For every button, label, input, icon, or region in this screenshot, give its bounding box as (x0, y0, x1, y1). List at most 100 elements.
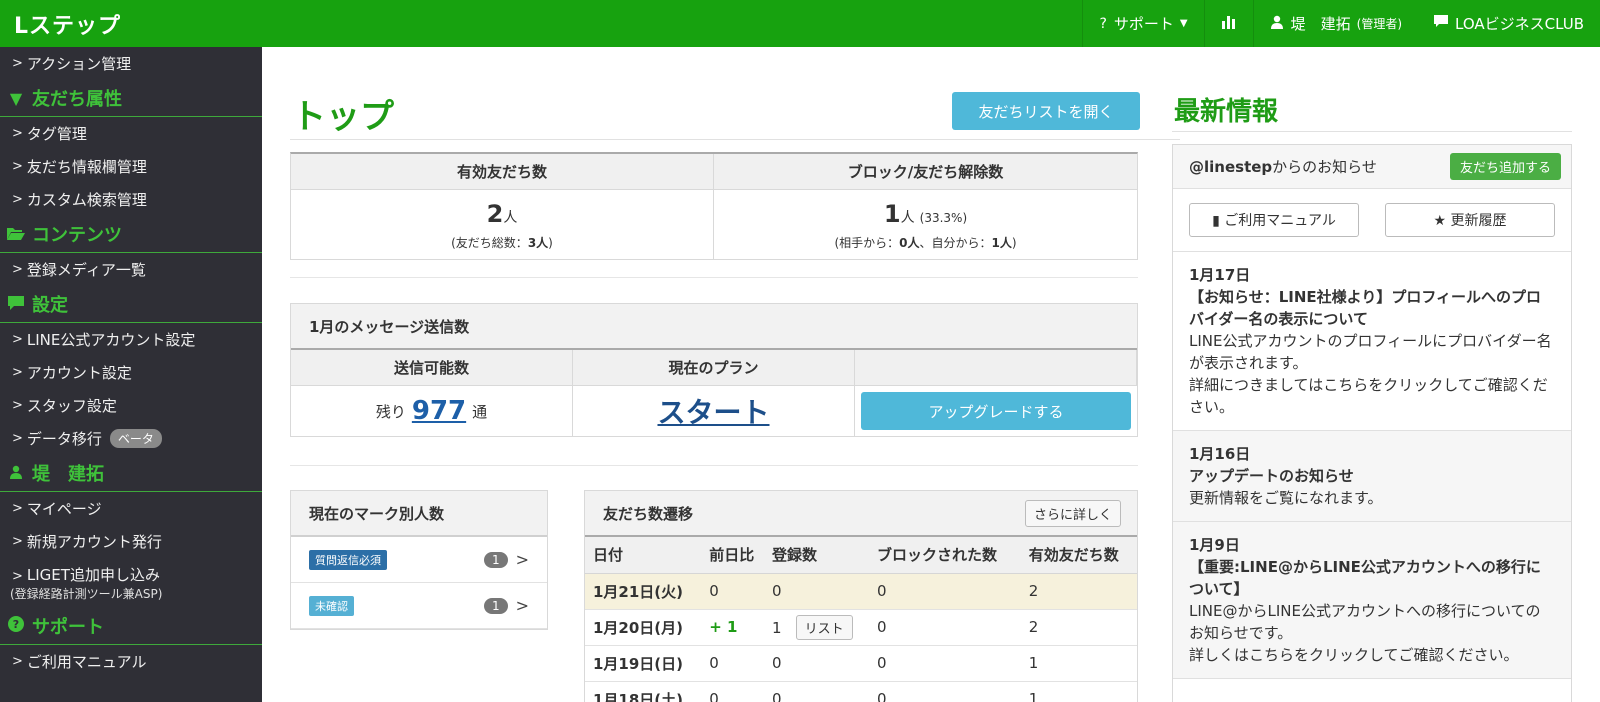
col-header: ブロックされた数 (869, 537, 1021, 574)
date-cell: 1月18日(土) (585, 681, 702, 702)
diff-cell: 0 (701, 681, 765, 702)
plan-cell: スタート (573, 386, 855, 436)
sidebar-item-account-settings[interactable]: > アカウント設定 (0, 356, 262, 389)
top-nav: ? サポート ▼ 堤 建拓 (管理者) LOAビジネスCLUB (1082, 0, 1600, 47)
count-badge: 1 (483, 551, 508, 568)
table-row: 1月20日(月) + 1 1 リスト 0 2 (585, 609, 1137, 646)
panel-title: 1月のメッセージ送信数 (291, 304, 1137, 350)
chat-icon (1434, 15, 1449, 32)
trend-table: 日付 前日比 登録数 ブロックされた数 有効友だち数 1月21日(火) 0 0 … (585, 537, 1137, 702)
sidebar-item-label: 新規アカウント発行 (26, 533, 162, 551)
col-header: 有効友だち数 (1020, 537, 1137, 574)
panel-title: 友だち数遷移 (603, 504, 694, 523)
main-content: トップ 友だちリストを開く 有効友だち数 2人 (友だち総数：3人) ブロック/… (262, 47, 1600, 702)
stat-unit: 人 (900, 210, 915, 226)
divider (290, 277, 1138, 278)
chevron-right-icon: > (515, 596, 529, 615)
sidebar-item-data-migration[interactable]: > データ移行 ベータ (0, 422, 262, 455)
blocked-cell: 0 (869, 681, 1021, 702)
comment-icon (6, 295, 26, 314)
diff-cell: + 1 (701, 609, 765, 646)
chevron-right-icon: > (12, 501, 23, 516)
news-body: LINE@からLINE公式アカウントへの移行についてのお知らせです。 (1189, 602, 1541, 642)
stats-menu[interactable] (1203, 0, 1253, 47)
open-friend-list-button[interactable]: 友だちリストを開く (952, 92, 1140, 130)
history-button[interactable]: ★ 更新履歴 (1385, 203, 1555, 237)
user-menu[interactable]: 堤 建拓 (管理者) (1252, 0, 1418, 47)
stat-sub-text: ) (1011, 236, 1017, 250)
sidebar-item-new-account[interactable]: > 新規アカウント発行 (0, 525, 262, 558)
sidebar-item-tag-mgmt[interactable]: > タグ管理 (0, 117, 262, 150)
news-panel: @linestepからのお知らせ 友だち追加する ▮ ご利用マニュアル ★ 更新… (1172, 144, 1572, 702)
stat-sub-text: (友だち総数： (451, 236, 528, 250)
sidebar-item-label: LINE公式アカウント設定 (26, 331, 196, 349)
club-menu[interactable]: LOAビジネスCLUB (1418, 0, 1600, 47)
valid-friends-stat: 有効友だち数 2人 (友だち総数：3人) (291, 154, 714, 260)
chevron-right-icon: > (12, 654, 23, 669)
news-date: 1月16日 (1189, 445, 1251, 463)
sidebar-item-label: データ移行 (26, 430, 102, 448)
news-item[interactable]: 1月17日 【お知らせ：LINE社様より】プロフィールへのプロバイダー名の表示に… (1173, 252, 1571, 431)
news-item[interactable]: 1月9日 【重要:LINE@からLINE公式アカウントへの移行について】 LIN… (1173, 522, 1571, 679)
diff-cell: 0 (701, 573, 765, 610)
current-plan-link[interactable]: スタート (657, 391, 769, 431)
list-button[interactable]: リスト (795, 614, 853, 640)
blocked-cell: 0 (869, 609, 1021, 646)
upgrade-cell: アップグレードする (855, 386, 1137, 436)
chevron-right-icon: > (12, 569, 23, 584)
reg-value: 1 (772, 618, 782, 637)
mark-row[interactable]: 未確認 1 > (291, 583, 547, 629)
sidebar-item-label: マイページ (26, 500, 102, 518)
club-label: LOAビジネスCLUB (1455, 15, 1584, 33)
sidebar-item-staff-settings[interactable]: > スタッフ設定 (0, 389, 262, 422)
support-menu[interactable]: ? サポート ▼ (1082, 0, 1203, 47)
block-percent: (33.3%) (919, 211, 968, 225)
col-header: 前日比 (701, 537, 765, 574)
manual-button[interactable]: ▮ ご利用マニュアル (1189, 203, 1359, 237)
sidebar-item-label: アクション管理 (26, 55, 132, 73)
sidebar-item-mypage[interactable]: > マイページ (0, 492, 262, 525)
col-header: 登録数 (764, 537, 870, 574)
chevron-right-icon: > (515, 550, 529, 569)
sidebar-item-label: LIGET追加申し込み (26, 566, 160, 584)
sidebar-item-label: 友だち情報欄管理 (26, 158, 147, 176)
table-row: 1月21日(火) 0 0 0 2 (585, 573, 1137, 610)
brand-logo[interactable]: Lステップ (0, 8, 121, 40)
sidebar-item-liget[interactable]: > LIGET追加申し込み (登録経路計測ツール兼ASP) (0, 558, 262, 608)
sidebar-item-friend-info-mgmt[interactable]: > 友だち情報欄管理 (0, 150, 262, 183)
date-cell: 1月21日(火) (585, 573, 702, 610)
sidebar-item-manual[interactable]: > ご利用マニュアル (0, 645, 262, 678)
news-date: 1月9日 (1189, 536, 1240, 554)
mark-row[interactable]: 質問返信必須 1 > (291, 537, 547, 583)
valid-cell: 2 (1020, 573, 1137, 610)
count-badge: 1 (483, 597, 508, 614)
stat-sub-text: (相手から： (834, 236, 900, 250)
news-headline: 【重要:LINE@からLINE公式アカウントへの移行について】 (1189, 558, 1541, 598)
sidebar-item-custom-search-mgmt[interactable]: > カスタム検索管理 (0, 183, 262, 216)
mark-tag: 質問返信必須 (309, 549, 387, 570)
valid-cell: 1 (1020, 645, 1137, 682)
add-friend-button[interactable]: 友だち追加する (1449, 153, 1561, 180)
more-details-button[interactable]: さらに詳しく (1024, 499, 1121, 527)
upgrade-button[interactable]: アップグレードする (861, 392, 1131, 430)
sidebar-item-action-mgmt[interactable]: > アクション管理 (0, 47, 262, 80)
block-stat: ブロック/友だち解除数 1人 (33.3%) (相手から：0人、自分から：1人) (714, 154, 1137, 260)
table-row: 1月18日(土) 0 0 0 1 (585, 681, 1137, 702)
sidebar-group-label: 堤 建拓 (32, 464, 104, 485)
chevron-right-icon: > (12, 262, 23, 277)
reg-cell: 0 (764, 645, 870, 682)
date-cell: 1月19日(日) (585, 645, 702, 682)
sidebar-item-media-list[interactable]: > 登録メディア一覧 (0, 253, 262, 286)
news-date: 1月17日 (1189, 266, 1251, 284)
news-item[interactable]: 1月16日 アップデートのお知らせ 更新情報をご覧になれます。 (1173, 431, 1571, 522)
star-icon: ★ (1433, 213, 1451, 229)
chevron-right-icon: > (12, 159, 23, 174)
news-body: 更新情報をご覧になれます。 (1189, 489, 1383, 507)
user-icon (6, 464, 26, 483)
sidebar-group-friend-attr: ▼ 友だち属性 (0, 80, 262, 117)
reg-cell: 1 リスト (764, 609, 870, 646)
remaining-count-link[interactable]: 977 (412, 396, 466, 426)
news-title: 最新情報 (1174, 97, 1279, 127)
sidebar-item-line-account-settings[interactable]: > LINE公式アカウント設定 (0, 323, 262, 356)
friend-trend-panel: 友だち数遷移 さらに詳しく 日付 前日比 登録数 ブロックされた数 有効友だち数… (584, 490, 1138, 702)
